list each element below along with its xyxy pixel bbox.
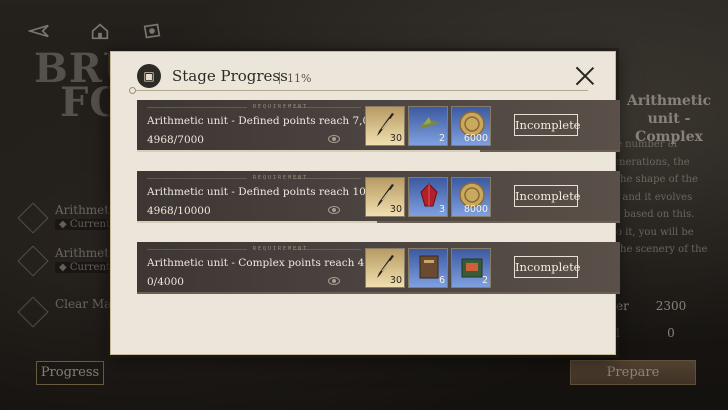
close-icon[interactable] <box>575 66 595 86</box>
eye-icon[interactable] <box>328 277 340 285</box>
task-label: Arithmetic unit - Defined points reach 7… <box>147 115 383 127</box>
progress-percent: 11% <box>287 72 312 85</box>
reward-item[interactable]: 6 <box>408 248 448 288</box>
stage-progress-modal: ▣ Stage Progress 11% REQUIREMENT Arithme… <box>110 51 620 355</box>
reward-count: 30 <box>389 133 402 144</box>
reward-count: 3 <box>438 204 445 215</box>
task-row-2: REQUIREMENT Arithmetic unit - Defined po… <box>137 171 620 223</box>
reward-count: 8000 <box>463 204 488 215</box>
req-divider <box>293 107 361 108</box>
req-divider <box>147 249 247 250</box>
reward-item[interactable]: 8000 <box>451 177 491 217</box>
task-progress-text: 4968/10000 <box>147 205 211 217</box>
reward-count: 6000 <box>463 133 488 144</box>
reward-item[interactable]: 30 <box>365 177 405 217</box>
reward-count: 30 <box>389 204 402 215</box>
incomplete-status-button[interactable]: Incomplete <box>514 185 581 207</box>
req-divider <box>147 178 247 179</box>
reward-item[interactable]: 2 <box>408 106 448 146</box>
task-row-1: REQUIREMENT Arithmetic unit - Defined po… <box>137 100 620 152</box>
req-divider <box>293 249 361 250</box>
reward-item[interactable]: 30 <box>365 106 405 146</box>
header-divider <box>133 90 588 91</box>
task-progress-text: 0/4000 <box>147 276 184 288</box>
task-progress-text: 4968/7000 <box>147 134 204 146</box>
eye-icon[interactable] <box>328 206 340 214</box>
reward-count: 2 <box>438 133 445 144</box>
modal-header: ▣ Stage Progress 11% <box>111 52 615 98</box>
task-label: Arithmetic unit - Defined points reach 1… <box>147 186 390 198</box>
eye-icon[interactable] <box>328 135 340 143</box>
incomplete-status-button[interactable]: Incomplete <box>514 256 581 278</box>
modal-title: Stage Progress <box>172 67 288 85</box>
incomplete-status-button[interactable]: Incomplete <box>514 114 581 136</box>
reward-item[interactable]: 6000 <box>451 106 491 146</box>
stage-box-icon: ▣ <box>137 64 161 88</box>
req-divider <box>293 178 361 179</box>
task-progress-track <box>137 221 620 223</box>
reward-item[interactable]: 2 <box>451 248 491 288</box>
reward-count: 2 <box>481 275 488 286</box>
task-progress-fill <box>137 150 480 152</box>
task-label: Arithmetic unit - Complex points reach 4… <box>147 257 388 269</box>
reward-count: 6 <box>438 275 445 286</box>
task-progress-fill <box>137 221 377 223</box>
task-row-3: REQUIREMENT Arithmetic unit - Complex po… <box>137 242 620 294</box>
title-separator <box>279 72 280 84</box>
task-progress-track <box>137 150 620 152</box>
task-progress-track <box>137 292 620 294</box>
header-divider-dot <box>129 87 136 94</box>
reward-count: 30 <box>389 275 402 286</box>
reward-item[interactable]: 3 <box>408 177 448 217</box>
reward-item[interactable]: 30 <box>365 248 405 288</box>
req-divider <box>147 107 247 108</box>
